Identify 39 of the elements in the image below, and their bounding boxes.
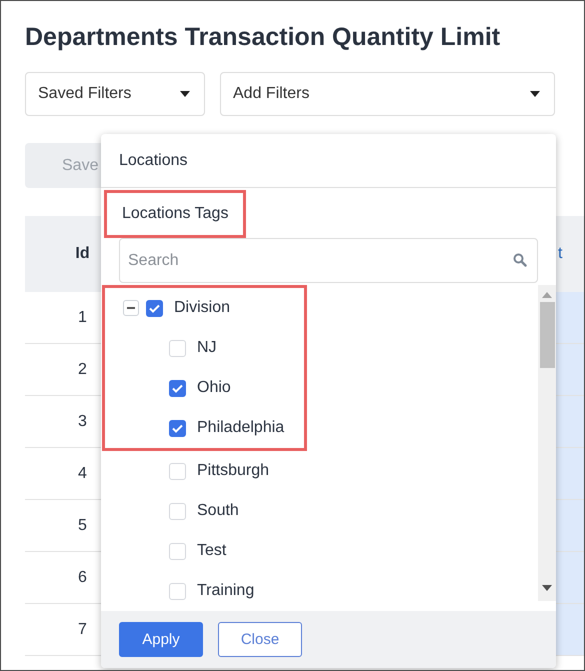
saved-filters-dropdown[interactable]: Saved Filters: [25, 72, 205, 116]
tree-item-label[interactable]: Division: [174, 299, 230, 317]
tree-item-label[interactable]: Philadelphia: [197, 419, 284, 437]
table-cell: [554, 604, 584, 656]
scrollbar[interactable]: [538, 285, 556, 601]
column-header: t: [554, 216, 584, 292]
tree-item-label[interactable]: Test: [197, 542, 226, 560]
table-cell: [554, 344, 584, 396]
minus-icon: [127, 307, 135, 309]
add-filters-dropdown[interactable]: Add Filters: [220, 72, 555, 116]
check-icon: [172, 424, 183, 432]
search-field[interactable]: Search: [119, 238, 538, 283]
menu-item[interactable]: Locations Tags: [104, 190, 246, 238]
scroll-down-icon[interactable]: [542, 585, 552, 591]
scrollbar-thumb[interactable]: [540, 302, 554, 368]
tree-item-label[interactable]: Pittsburgh: [197, 462, 270, 480]
caret-icon: [530, 91, 540, 97]
checkbox[interactable]: [169, 380, 186, 396]
close-button[interactable]: Close: [218, 622, 302, 657]
page-title: Departments Transaction Quantity Limit: [24, 22, 502, 52]
check-icon: [172, 384, 183, 392]
table-cell: [554, 552, 584, 604]
collapse-toggle[interactable]: [123, 300, 139, 316]
menu-item[interactable]: Locations: [101, 134, 556, 188]
scroll-up-icon[interactable]: [542, 292, 552, 298]
search-icon: [513, 253, 527, 267]
tree-item-label[interactable]: Ohio: [197, 379, 231, 397]
table-cell: [554, 292, 584, 344]
table-cell: [554, 500, 584, 552]
tree-item-label[interactable]: Training: [197, 582, 254, 600]
caret-icon: [180, 91, 190, 97]
check-icon: [149, 304, 160, 312]
table-cell: [554, 448, 584, 500]
tree-item-label[interactable]: NJ: [197, 339, 217, 357]
checkbox[interactable]: [146, 300, 163, 316]
apply-button[interactable]: Apply: [119, 622, 203, 657]
tree-item-label[interactable]: South: [197, 502, 239, 520]
checkbox[interactable]: [169, 420, 186, 436]
table-cell: [554, 396, 584, 448]
